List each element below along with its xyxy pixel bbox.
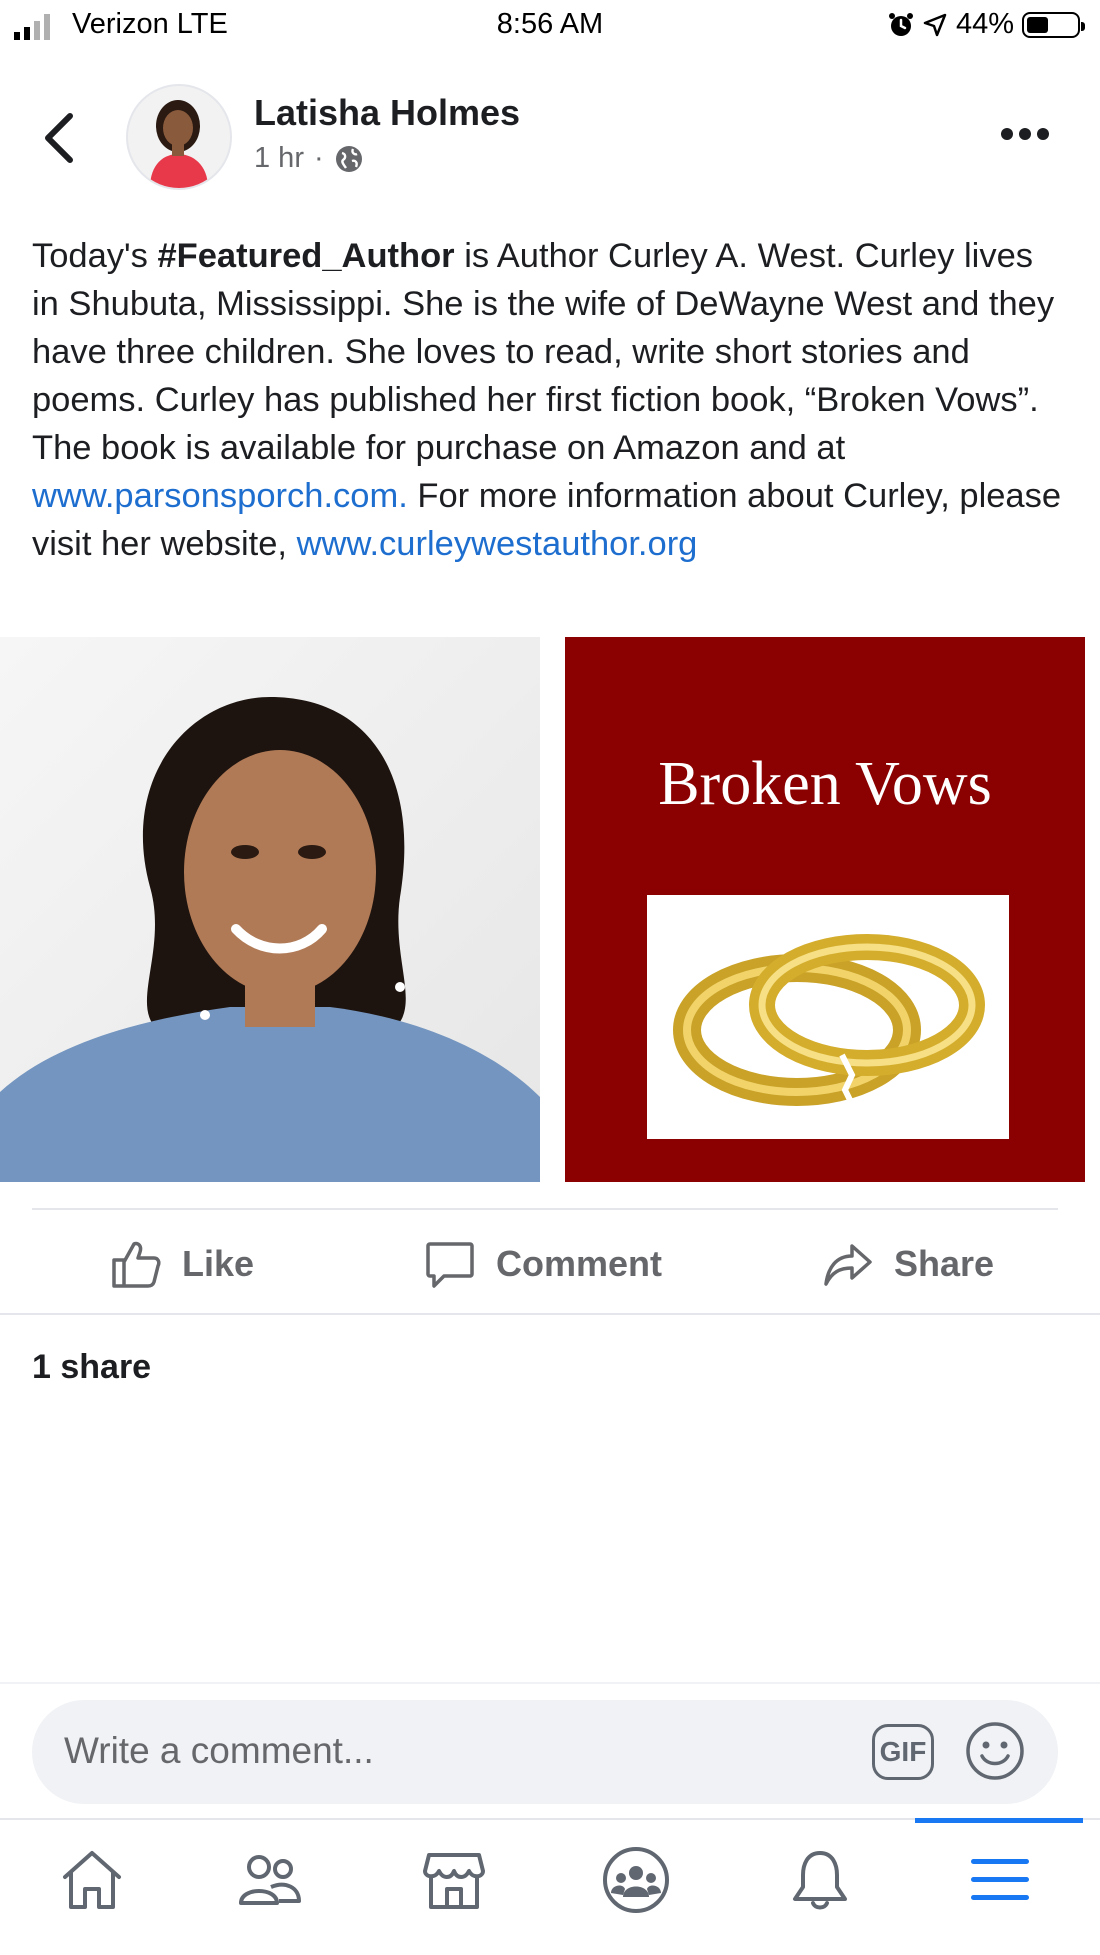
share-button[interactable]: Share — [822, 1236, 994, 1292]
divider — [32, 1208, 1058, 1210]
post-time[interactable]: 1 hr — [254, 142, 304, 175]
more-options-icon[interactable] — [1000, 126, 1050, 142]
comment-input[interactable]: Write a comment... GIF — [32, 1700, 1058, 1804]
share-arrow-icon — [824, 1244, 872, 1286]
share-label: Share — [894, 1243, 995, 1284]
like-button[interactable]: Like — [110, 1236, 254, 1292]
battery-percent: 44% — [955, 8, 1014, 40]
battery-fill — [1027, 16, 1048, 33]
comment-bubble-icon — [426, 1242, 474, 1288]
notifications-icon — [793, 1851, 847, 1910]
post-text-segment: Today's — [32, 237, 158, 275]
share-count[interactable]: 1 share — [32, 1348, 151, 1387]
comment-button[interactable]: Comment — [424, 1236, 662, 1292]
back-arrow-icon[interactable] — [40, 108, 80, 168]
divider — [0, 1313, 1100, 1315]
groups-icon — [603, 1847, 669, 1913]
menu-icon — [971, 1859, 1029, 1900]
nav-notifications[interactable] — [780, 1840, 860, 1920]
thumbs-up-icon — [112, 1241, 161, 1288]
author-name[interactable]: Latisha Holmes — [254, 92, 520, 134]
gif-button[interactable]: GIF — [872, 1724, 934, 1780]
status-right-group: 44% — [888, 8, 1085, 41]
author-avatar[interactable] — [126, 84, 232, 190]
author-website-link[interactable]: www.curleywestauthor.org — [297, 525, 698, 563]
comment-placeholder: Write a comment... — [64, 1730, 374, 1771]
status-bar: Verizon LTE 8:56 AM 44% — [0, 0, 1100, 52]
wedding-rings-image — [647, 895, 1009, 1139]
nav-home[interactable] — [52, 1840, 132, 1920]
like-label: Like — [182, 1243, 255, 1284]
marketplace-icon — [423, 1853, 485, 1909]
alarm-icon — [888, 12, 913, 36]
post-text: Today's #Featured_Author is Author Curle… — [32, 232, 1068, 568]
home-icon — [63, 1851, 121, 1909]
parsonsporch-link[interactable]: www.parsonsporch.com. — [32, 477, 408, 515]
post-meta: 1 hr · — [254, 142, 364, 175]
nav-active-indicator — [915, 1818, 1083, 1823]
nav-marketplace[interactable] — [414, 1840, 494, 1920]
divider — [0, 1682, 1100, 1684]
nav-menu[interactable] — [960, 1840, 1040, 1920]
nav-friends[interactable] — [230, 1840, 310, 1920]
globe-icon — [335, 145, 362, 172]
book-cover[interactable]: Broken Vows — [565, 637, 1085, 1182]
friends-icon — [239, 1855, 301, 1905]
hashtag-link[interactable]: #Featured_Author — [157, 237, 454, 275]
emoji-icon[interactable] — [964, 1720, 1026, 1782]
battery-icon — [1022, 11, 1085, 38]
book-cover-title: Broken Vows — [658, 750, 992, 818]
meta-separator: · — [313, 142, 324, 174]
nav-groups[interactable] — [596, 1840, 676, 1920]
comment-label: Comment — [496, 1243, 663, 1284]
location-arrow-icon — [923, 13, 947, 36]
author-photo[interactable] — [0, 637, 540, 1182]
